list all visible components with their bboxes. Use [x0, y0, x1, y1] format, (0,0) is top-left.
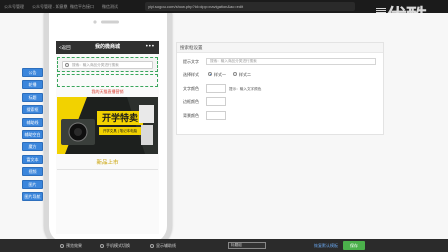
text-color-picker[interactable]	[206, 84, 226, 93]
radio-icon	[60, 243, 64, 248]
sidebar-item-carousel[interactable]: 轮播	[22, 80, 43, 90]
border-color-label: 边框颜色	[183, 99, 199, 104]
banner-image	[57, 97, 158, 154]
save-button[interactable]: 保存	[343, 241, 365, 250]
sidebar-item-video[interactable]: 视频	[22, 167, 43, 177]
style-option-2[interactable]: 样式二	[239, 72, 251, 78]
search-placeholder: 搜索：输入商品分类进行搜索	[72, 63, 119, 67]
sidebar-item-rich-text[interactable]: 富文本	[22, 154, 43, 164]
divider	[57, 169, 158, 170]
bg-color-picker[interactable]	[206, 111, 226, 120]
restore-default-link[interactable]: 恢复默认模板	[314, 242, 338, 250]
mobile-mode-toggle[interactable]: 手机模式切换	[100, 242, 130, 250]
bottom-action-bar: 预览效果 手机模式切换 显示辅助线 标题组 恢复默认模板 保存	[0, 239, 448, 252]
banner-caption: 新品上市	[96, 160, 119, 166]
radio-icon	[100, 243, 104, 248]
empty-module-slot[interactable]	[57, 74, 158, 87]
phone-bezel	[49, 13, 167, 43]
browser-tab[interactable]: 微信平台接口	[70, 1, 100, 12]
bg-color-label: 背景颜色	[183, 113, 199, 118]
style-radio-2[interactable]	[233, 72, 237, 76]
text-color-hint: 提示：输入文字颜色	[229, 87, 262, 91]
phone-speaker-icon	[93, 20, 119, 24]
sidebar-item-cube[interactable]: 魔方	[22, 142, 43, 152]
phone-navbar: <返回 我的微商城 •••	[56, 41, 159, 54]
banner-sub-text: 开学文具 | 笔记本电脑	[102, 129, 138, 133]
placeholder-input[interactable]: 搜索：输入商品分类进行搜索	[206, 58, 376, 65]
sidebar-item-guide-line[interactable]: 辅助线	[22, 117, 43, 127]
browser-chrome: 公众号管理 公众号管理 - 如意鼎 微信平台接口 微信测试 微信营销管理系统 y…	[0, 0, 448, 29]
guide-line-toggle[interactable]: 显示辅助线	[150, 242, 176, 250]
screen: 公众号管理 公众号管理 - 如意鼎 微信平台接口 微信测试 微信营销管理系统 y…	[0, 0, 448, 252]
placeholder-label: 提示文字	[183, 59, 199, 64]
more-icon[interactable]: •••	[146, 41, 155, 53]
browser-tab[interactable]: 微信测试	[102, 1, 126, 12]
sidebar-item-notice[interactable]: 公告	[22, 68, 43, 77]
component-sidebar: 公告 轮播 标题 搜索框 辅助线 辅助空白 魔方 富文本 视频 图片 图片导航	[22, 68, 44, 204]
sidebar-item-image[interactable]: 图片	[22, 179, 43, 189]
sidebar-item-blank[interactable]: 辅助空白	[22, 129, 43, 139]
phone-title: 我的微商城	[94, 44, 120, 50]
search-settings-panel: 搜索框设置 提示文字 搜索：输入商品分类进行搜索 选择样式 样式一 样式二 文字…	[176, 42, 384, 135]
sidebar-item-search-box[interactable]: 搜索框	[22, 105, 43, 115]
address-bar[interactable]: yiyi.sogou.com/show.php?id=dpp=navigatio…	[145, 2, 355, 11]
page: 公告 轮播 标题 搜索框 辅助线 辅助空白 魔方 富文本 视频 图片 图片导航 …	[0, 13, 448, 248]
browser-tab[interactable]: 公众号管理 - 如意鼎	[32, 1, 68, 12]
border-color-picker[interactable]	[206, 97, 226, 106]
sidebar-item-title[interactable]: 标题	[22, 92, 43, 102]
phone-preview: <返回 我的微商城 ••• 搜索：输入商品分类进行搜索 我的天猫直播营销 开学特…	[44, 13, 172, 248]
style-radio-1[interactable]	[208, 72, 212, 76]
search-input-preview[interactable]: 搜索：输入商品分类进行搜索	[62, 61, 153, 69]
style-option-1[interactable]: 样式一	[214, 72, 226, 78]
browser-tab[interactable]: 公众号管理	[4, 1, 30, 12]
guide-line-label: 显示辅助线	[156, 243, 176, 248]
panel-title: 搜索框设置	[177, 43, 383, 53]
template-name-field[interactable]: 标题组	[228, 242, 266, 249]
style-label: 选择样式	[183, 72, 199, 77]
search-icon	[65, 63, 69, 67]
phone-content: 搜索：输入商品分类进行搜索 我的天猫直播营销 开学特卖 开学文具 | 笔记本电脑…	[56, 54, 159, 234]
radio-icon	[150, 243, 154, 248]
banner-heading: 我的天猫直播营销	[91, 89, 124, 94]
banner-main-text: 开学特卖	[101, 113, 138, 123]
mobile-mode-label: 手机模式切换	[106, 243, 130, 248]
sidebar-item-image-nav[interactable]: 图片导航	[22, 191, 43, 201]
search-module[interactable]: 搜索：输入商品分类进行搜索	[57, 57, 158, 72]
preview-toggle[interactable]: 预览效果	[60, 242, 82, 250]
preview-toggle-label: 预览效果	[66, 243, 82, 248]
text-color-label: 文字颜色	[183, 86, 199, 91]
promo-banner[interactable]: 开学特卖 开学文具 | 笔记本电脑	[57, 97, 158, 154]
